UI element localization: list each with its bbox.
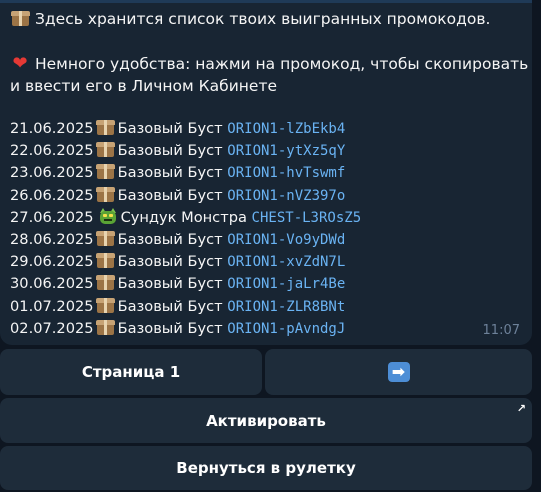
promo-row: 21.06.2025 Базовый Буст ORION1-lZbEkb4 — [10, 119, 345, 139]
promo-date: 29.06.2025 — [10, 253, 94, 271]
promo-code[interactable]: ORION1-Vo9yDWd — [227, 232, 345, 248]
promo-date: 28.06.2025 — [10, 231, 94, 248]
promo-name: Базовый Буст — [117, 275, 223, 293]
external-link-icon: ↗ — [516, 402, 526, 415]
promo-code[interactable]: ORION1-nVZ397o — [227, 188, 345, 204]
monster-icon — [98, 207, 118, 225]
message-bubble: Здесь хранится список твоих выигранных п… — [0, 0, 532, 345]
next-page-button[interactable]: ➡ — [265, 349, 532, 395]
promo-name: Базовый Буст — [117, 186, 223, 204]
promo-row: 27.06.2025 Сундук Монстра CHEST-L3ROsZ5 — [10, 207, 362, 228]
box-icon — [95, 163, 116, 180]
promo-row: 22.06.2025 Базовый Буст ORION1-ytXz5qY — [10, 141, 345, 161]
back-button-label: Вернуться в рулетку — [176, 459, 356, 477]
promo-name: Базовый Буст — [117, 253, 223, 271]
promo-code[interactable]: ORION1-ytXz5qY — [227, 143, 345, 159]
promo-row: 28.06.2025 Базовый Буст ORION1-Vo9yDWd — [10, 230, 345, 250]
top-strip — [0, 0, 532, 3]
box-icon — [95, 319, 116, 335]
activate-button[interactable]: Активировать ↗ — [0, 398, 532, 443]
promo-date: 22.06.2025 — [10, 142, 94, 160]
promo-code[interactable]: ORION1-jaLr4Be — [227, 276, 345, 292]
promo-row: 29.06.2025 Базовый Буст ORION1-xvZdN7L — [10, 252, 345, 272]
promo-row: 01.07.2025 Базовый Буст ORION1-ZLR8BNt — [10, 297, 345, 317]
message-time: 11:07 — [482, 323, 520, 338]
promo-row: 30.06.2025 Базовый Буст ORION1-jaLr4Be — [10, 274, 345, 294]
box-icon — [95, 186, 116, 202]
heart-icon: ❤ — [12, 53, 28, 74]
promo-code[interactable]: ORION1-hvTswmf — [227, 165, 345, 181]
right-arrow-icon: ➡ — [387, 362, 410, 382]
promo-code[interactable]: ORION1-lZbEkb4 — [227, 121, 345, 137]
promo-code[interactable]: CHEST-L3ROsZ5 — [252, 210, 362, 226]
promo-date: 30.06.2025 — [10, 275, 94, 293]
promo-date: 21.06.2025 — [10, 120, 94, 137]
box-icon — [95, 230, 116, 246]
activate-button-label: Активировать — [206, 411, 326, 430]
box-icon — [95, 297, 116, 313]
promo-code[interactable]: ORION1-pAvndgJ — [227, 321, 345, 337]
box-icon — [95, 252, 116, 269]
promo-name: Базовый Буст — [117, 164, 223, 182]
promo-name: Базовый Буст — [117, 142, 223, 160]
promo-row: 02.07.2025 Базовый Буст ORION1-pAvndgJ — [10, 319, 345, 339]
package-icon — [10, 10, 31, 26]
box-icon — [95, 141, 116, 158]
promo-name: Базовый Буст — [117, 120, 223, 137]
promo-code[interactable]: ORION1-xvZdN7L — [227, 254, 345, 270]
page-button-label: Страница 1 — [81, 363, 181, 381]
hint-text-2: и ввести его в Личном Кабинете — [10, 77, 278, 95]
promo-name: Базовый Буст — [117, 231, 223, 248]
box-icon — [95, 274, 116, 291]
hint-text: Немного удобства: нажми на промокод, что… — [34, 55, 529, 73]
promo-date: 26.06.2025 — [10, 186, 94, 204]
promo-row: 23.06.2025 Базовый Буст ORION1-hvTswmf — [10, 163, 345, 183]
promo-date: 27.06.2025 — [10, 208, 94, 226]
promo-date: 02.07.2025 — [10, 319, 94, 337]
hint-line: ❤ Немного удобства: нажми на промокод, ч… — [10, 53, 528, 75]
intro-line: Здесь хранится список твоих выигранных п… — [10, 8, 490, 30]
promo-name: Базовый Буст — [117, 297, 223, 315]
promo-row: 26.06.2025 Базовый Буст ORION1-nVZ397o — [10, 186, 345, 206]
page-button[interactable]: Страница 1 — [0, 349, 262, 395]
promo-date: 23.06.2025 — [10, 164, 94, 182]
back-to-roulette-button[interactable]: Вернуться в рулетку — [0, 446, 532, 490]
promo-code[interactable]: ORION1-ZLR8BNt — [227, 299, 345, 315]
promo-name: Сундук Монстра — [120, 208, 247, 226]
promo-name: Базовый Буст — [117, 319, 223, 337]
promo-date: 01.07.2025 — [10, 297, 94, 315]
box-icon — [95, 119, 116, 135]
intro-text: Здесь хранится список твоих выигранных п… — [35, 10, 491, 28]
hint-line-2: и ввести его в Личном Кабинете — [10, 75, 277, 97]
